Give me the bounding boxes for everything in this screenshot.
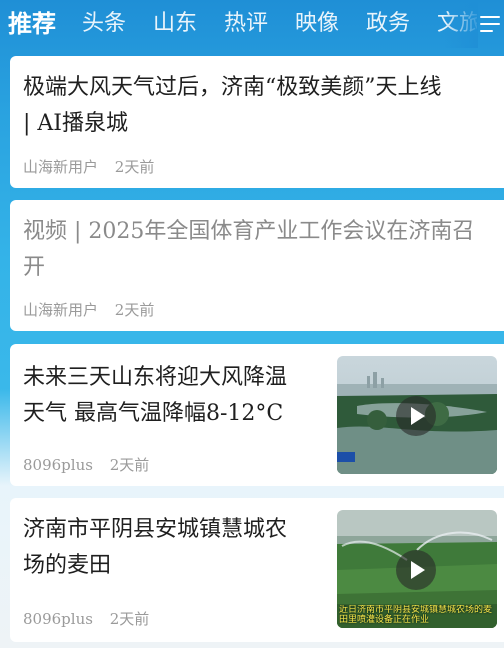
news-time: 2天前 [109, 456, 150, 474]
news-card[interactable]: 视频 | 2025年全国体育产业工作会议在济南召 开 山海新用户 2天前 [10, 200, 504, 331]
news-time: 2天前 [109, 610, 150, 628]
news-source: 山海新用户 [23, 301, 99, 319]
tab-government[interactable]: 政务 [366, 6, 410, 42]
news-time: 2天前 [114, 301, 155, 319]
news-source: 8096plus [23, 610, 93, 628]
news-title[interactable]: 极端大风天气过后，济南“极致美颜”天上线 | AI播泉城 [23, 70, 442, 142]
news-time: 2天前 [114, 158, 155, 176]
news-meta: 8096plus 2天前 [23, 608, 161, 629]
play-icon[interactable] [396, 396, 436, 436]
news-meta: 山海新用户 2天前 [23, 156, 166, 177]
tab-hot-comments[interactable]: 热评 [224, 6, 268, 42]
channel-menu-icon[interactable] [478, 12, 502, 38]
news-meta: 山海新用户 2天前 [23, 299, 166, 320]
tab-fade-overlay [444, 0, 478, 48]
tab-video[interactable]: 映像 [295, 6, 339, 42]
news-title[interactable]: 济南市平阴县安城镇慧城农 场的麦田 [23, 512, 287, 584]
tab-headlines[interactable]: 头条 [82, 6, 126, 42]
video-thumbnail[interactable] [337, 356, 497, 474]
thumbnail-caption: 近日济南市平阴县安城镇慧城农场的麦田里喷灌设备正在作业 [339, 605, 493, 625]
news-source: 8096plus [23, 456, 93, 474]
tab-recommend[interactable]: 推荐 [8, 6, 56, 42]
news-card[interactable]: 济南市平阴县安城镇慧城农 场的麦田 8096plus 2天前 近日济南市平阴县安… [10, 498, 504, 642]
tab-shandong[interactable]: 山东 [153, 6, 197, 42]
news-card[interactable]: 极端大风天气过后，济南“极致美颜”天上线 | AI播泉城 山海新用户 2天前 [10, 56, 504, 188]
news-card[interactable]: 未来三天山东将迎大风降温 天气 最高气温降幅8-12°C 8096plus 2天… [10, 344, 504, 486]
play-icon[interactable] [396, 550, 436, 590]
news-title[interactable]: 视频 | 2025年全国体育产业工作会议在济南召 开 [23, 214, 474, 286]
news-title[interactable]: 未来三天山东将迎大风降温 天气 最高气温降幅8-12°C [23, 360, 287, 432]
video-thumbnail[interactable]: 近日济南市平阴县安城镇慧城农场的麦田里喷灌设备正在作业 [337, 510, 497, 628]
news-meta: 8096plus 2天前 [23, 454, 161, 475]
news-source: 山海新用户 [23, 158, 99, 176]
channel-tab-bar: 推荐 头条 山东 热评 映像 政务 文旅 [0, 0, 504, 48]
